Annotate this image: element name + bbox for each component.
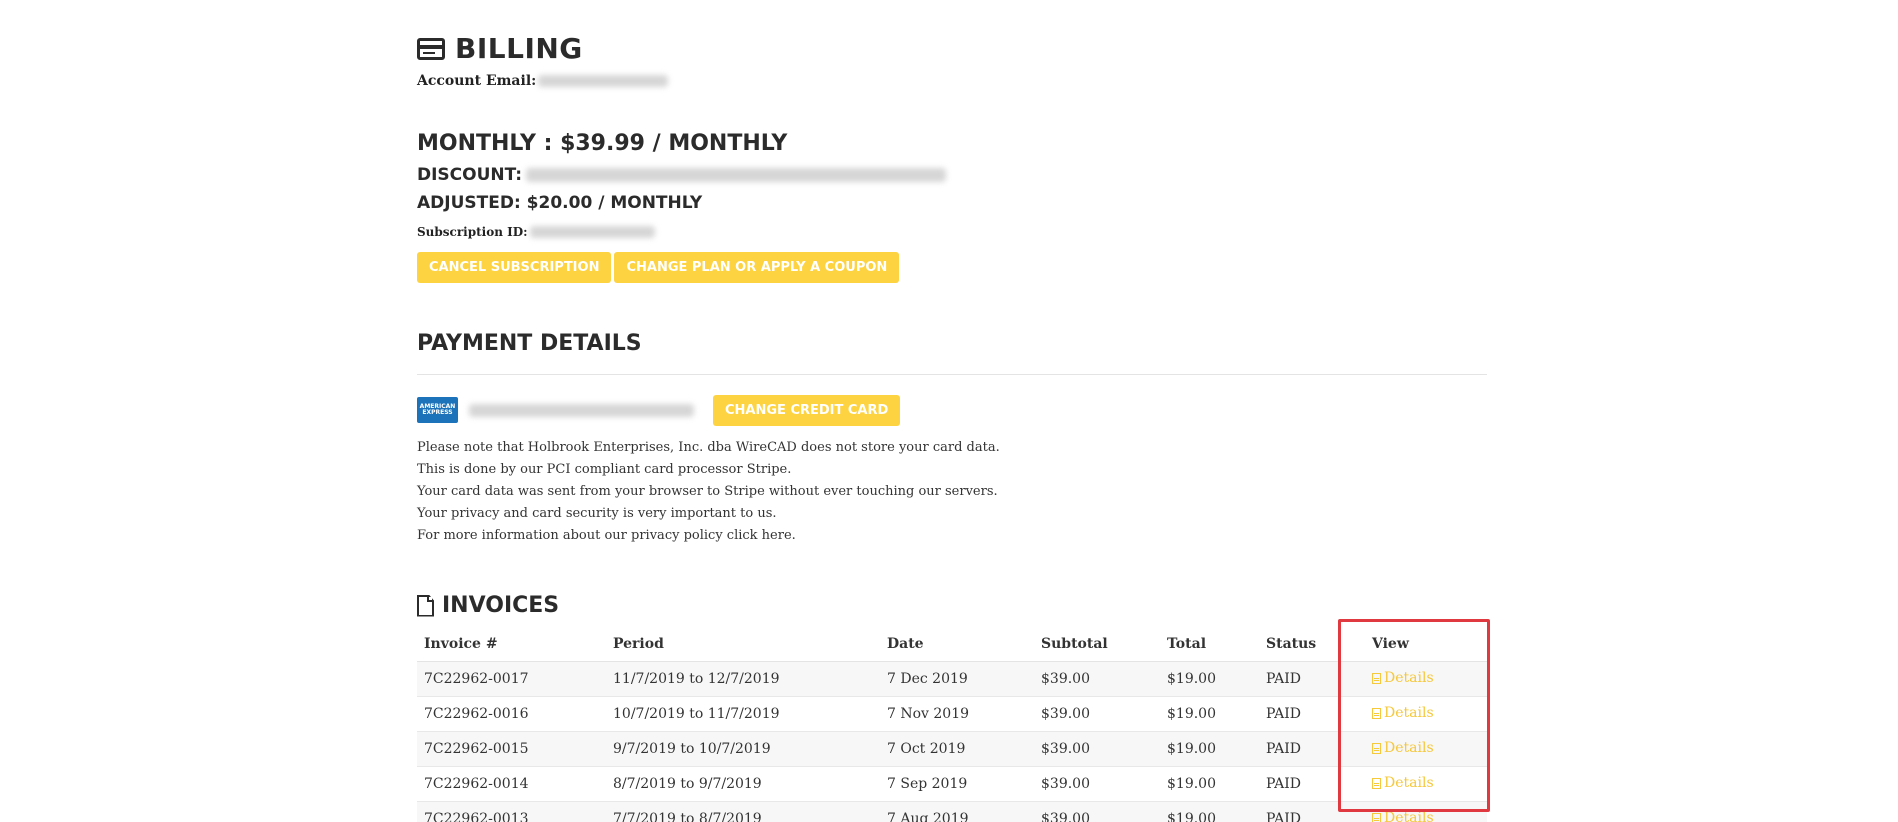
discount-line: DISCOUNT: xyxy=(417,165,947,185)
column-header-period: Period xyxy=(606,627,880,662)
payment-details-title: PAYMENT DETAILS xyxy=(417,331,642,356)
table-row: 7C22962-0016 10/7/2019 to 11/7/2019 7 No… xyxy=(417,696,1487,732)
file-icon xyxy=(1372,812,1381,822)
subscription-id-label: Subscription ID: xyxy=(417,225,528,239)
invoice-number: 7C22962-0017 xyxy=(417,661,606,697)
invoice-total: $19.00 xyxy=(1160,766,1259,802)
account-email-value-redacted xyxy=(538,75,669,87)
notice-line: Your card data was sent from your browse… xyxy=(417,484,998,499)
subscription-actions: CANCEL SUBSCRIPTION CHANGE PLAN OR APPLY… xyxy=(417,252,900,283)
account-email-label: Account Email: xyxy=(417,73,537,89)
table-header-row: Invoice # Period Date Subtotal Total Sta… xyxy=(417,627,1487,662)
invoice-subtotal: $39.00 xyxy=(1034,731,1160,767)
account-email: Account Email: xyxy=(417,73,669,89)
privacy-policy-link[interactable]: For more information about our privacy p… xyxy=(417,525,1000,547)
invoice-period: 11/7/2019 to 12/7/2019 xyxy=(606,661,880,697)
invoice-date: 7 Sep 2019 xyxy=(880,766,1034,802)
column-header-invoice: Invoice # xyxy=(417,627,606,662)
billing-heading: BILLING xyxy=(417,32,583,65)
invoice-period: 10/7/2019 to 11/7/2019 xyxy=(606,696,880,732)
card-brand-text: AMERICAN EXPRESS xyxy=(419,403,456,416)
invoice-subtotal: $39.00 xyxy=(1034,696,1160,732)
column-header-date: Date xyxy=(880,627,1034,662)
notice-line: This is done by our PCI compliant card p… xyxy=(417,462,792,477)
section-divider xyxy=(417,374,1487,375)
invoice-date: 7 Nov 2019 xyxy=(880,696,1034,732)
invoices-heading: INVOICES xyxy=(417,593,559,618)
invoice-number: 7C22962-0014 xyxy=(417,766,606,802)
amex-card-icon: AMERICAN EXPRESS xyxy=(417,397,458,423)
document-icon xyxy=(417,594,434,617)
invoice-date: 7 Aug 2019 xyxy=(880,801,1034,822)
column-header-total: Total xyxy=(1160,627,1259,662)
table-row: 7C22962-0017 11/7/2019 to 12/7/2019 7 De… xyxy=(417,661,1487,697)
notice-line: Your privacy and card security is very i… xyxy=(417,506,777,521)
invoice-total: $19.00 xyxy=(1160,731,1259,767)
invoice-total: $19.00 xyxy=(1160,696,1259,732)
notice-line: Please note that Holbrook Enterprises, I… xyxy=(417,440,1000,455)
credit-card-icon xyxy=(417,37,445,60)
card-data-notice: Please note that Holbrook Enterprises, I… xyxy=(417,437,1000,547)
invoice-number: 7C22962-0016 xyxy=(417,696,606,732)
card-number-redacted xyxy=(469,404,694,417)
invoice-subtotal: $39.00 xyxy=(1034,766,1160,802)
invoices-table: Invoice # Period Date Subtotal Total Sta… xyxy=(417,627,1487,822)
invoice-subtotal: $39.00 xyxy=(1034,661,1160,697)
invoice-number: 7C22962-0013 xyxy=(417,801,606,822)
cancel-subscription-button[interactable]: CANCEL SUBSCRIPTION xyxy=(417,252,612,283)
change-credit-card-button[interactable]: CHANGE CREDIT CARD xyxy=(713,395,901,426)
invoices-title: INVOICES xyxy=(442,593,560,618)
table-row: 7C22962-0014 8/7/2019 to 9/7/2019 7 Sep … xyxy=(417,766,1487,802)
subscription-id-value-redacted xyxy=(529,226,655,238)
subscription-id: Subscription ID: xyxy=(417,225,655,239)
table-row: 7C22962-0013 7/7/2019 to 8/7/2019 7 Aug … xyxy=(417,801,1487,822)
invoice-total: $19.00 xyxy=(1160,661,1259,697)
invoice-total: $19.00 xyxy=(1160,801,1259,822)
invoice-number: 7C22962-0015 xyxy=(417,731,606,767)
invoice-period: 8/7/2019 to 9/7/2019 xyxy=(606,766,880,802)
discount-value-redacted xyxy=(526,168,947,182)
view-column-highlight-box xyxy=(1338,619,1490,812)
change-plan-button[interactable]: CHANGE PLAN OR APPLY A COUPON xyxy=(614,252,900,283)
details-link[interactable]: Details xyxy=(1372,810,1434,822)
table-row: 7C22962-0015 9/7/2019 to 10/7/2019 7 Oct… xyxy=(417,731,1487,767)
column-header-subtotal: Subtotal xyxy=(1034,627,1160,662)
invoice-subtotal: $39.00 xyxy=(1034,801,1160,822)
discount-label: DISCOUNT: xyxy=(417,165,523,185)
invoice-date: 7 Oct 2019 xyxy=(880,731,1034,767)
details-label: Details xyxy=(1384,810,1434,822)
invoice-date: 7 Dec 2019 xyxy=(880,661,1034,697)
billing-title: BILLING xyxy=(455,32,583,65)
page: BILLING Account Email: MONTHLY : $39.99 … xyxy=(0,0,1898,822)
monthly-price: MONTHLY : $39.99 / MONTHLY xyxy=(417,131,788,156)
adjusted-price: ADJUSTED: $20.00 / MONTHLY xyxy=(417,193,703,213)
invoice-period: 7/7/2019 to 8/7/2019 xyxy=(606,801,880,822)
invoice-period: 9/7/2019 to 10/7/2019 xyxy=(606,731,880,767)
